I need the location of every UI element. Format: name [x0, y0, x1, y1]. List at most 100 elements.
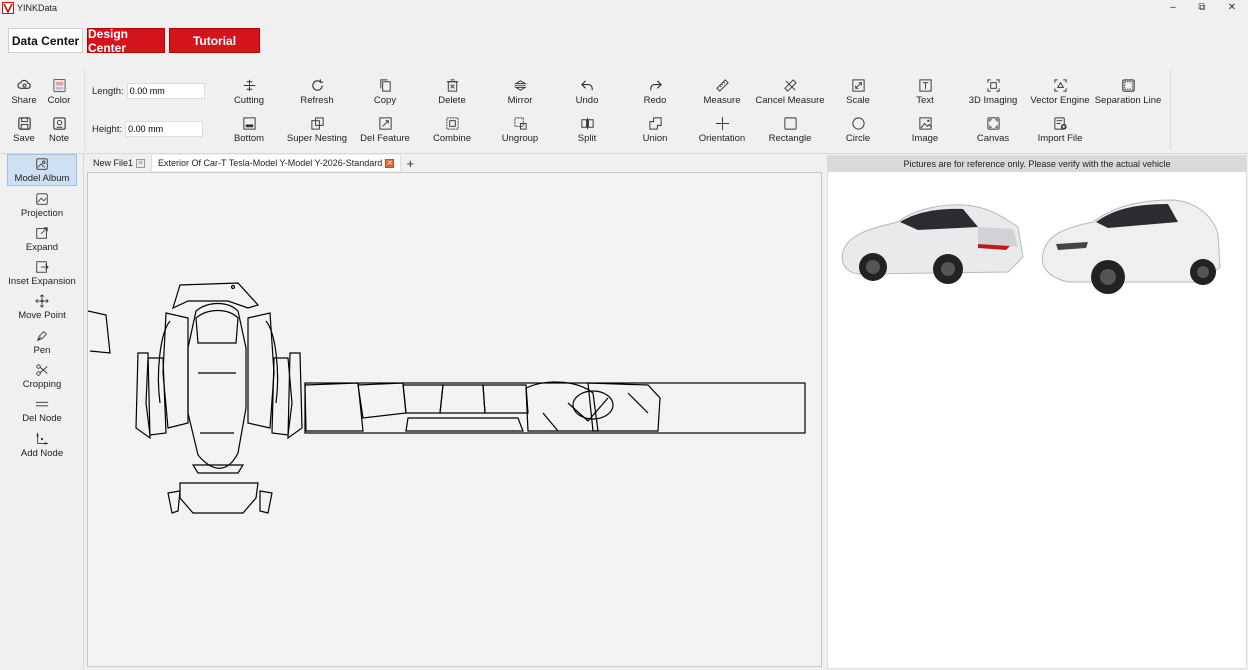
cutting-icon — [243, 79, 255, 92]
close-tab-icon[interactable]: ✕ — [136, 158, 146, 168]
sidebar-label: Move Point — [18, 310, 66, 321]
mirror-label: Mirror — [507, 95, 533, 106]
delete-button[interactable]: Delete — [417, 76, 487, 110]
combine-icon — [445, 117, 459, 130]
3d-imaging-button[interactable]: 3D Imaging — [958, 76, 1028, 110]
combine-button[interactable]: Combine — [417, 114, 487, 148]
bottom-button[interactable]: Bottom — [214, 114, 284, 148]
add-tab-button[interactable]: + — [401, 156, 419, 171]
del-feature-icon — [378, 117, 392, 130]
color-palette-icon — [52, 78, 66, 93]
sidebar-item-add-node[interactable]: Add Node — [7, 430, 77, 462]
rectangle-button[interactable]: Rectangle — [755, 114, 825, 148]
inset-expansion-icon — [36, 261, 49, 273]
sidebar-label: Pen — [33, 345, 51, 356]
redo-button[interactable]: Redo — [620, 76, 690, 110]
mirror-button[interactable]: Mirror — [485, 76, 555, 110]
image-button[interactable]: Image — [890, 114, 960, 148]
measure-label: Measure — [703, 95, 741, 106]
expand-icon — [36, 227, 48, 239]
close-tab-icon[interactable]: ✕ — [385, 158, 395, 168]
circle-icon — [851, 117, 865, 130]
rectangle-icon — [783, 117, 797, 130]
length-input[interactable] — [126, 83, 205, 99]
orientation-button[interactable]: Orientation — [687, 114, 757, 148]
close-icon: ✕ — [1227, 2, 1237, 13]
doc-tab-new-file1[interactable]: New File1 ✕ — [87, 155, 153, 171]
sidebar-item-pen[interactable]: Pen — [7, 327, 77, 359]
redo-label: Redo — [643, 95, 667, 106]
measure-button[interactable]: Measure — [687, 76, 757, 110]
restore-icon: ⧉ — [1198, 2, 1206, 13]
import-file-label: Import File — [1037, 133, 1083, 144]
split-label: Split — [577, 133, 597, 144]
close-button[interactable]: ✕ — [1218, 0, 1246, 15]
vector-engine-button[interactable]: Vector Engine — [1025, 76, 1095, 110]
cancel-measure-icon — [783, 79, 797, 92]
del-feature-button[interactable]: Del Feature — [350, 114, 420, 148]
circle-button[interactable]: Circle — [823, 114, 893, 148]
doc-tab-label: New File1 — [93, 158, 134, 168]
text-button[interactable]: Text — [890, 76, 960, 110]
tab-data-center[interactable]: Data Center — [8, 28, 83, 53]
move-point-icon — [35, 294, 49, 308]
3d-imaging-icon — [986, 79, 1000, 92]
reference-notice: Pictures are for reference only. Please … — [828, 156, 1246, 172]
copy-button[interactable]: Copy — [350, 76, 420, 110]
note-icon — [52, 117, 66, 130]
separation-line-icon — [1121, 79, 1135, 92]
vehicle-reference-image — [841, 199, 1221, 294]
copy-label: Copy — [373, 95, 397, 106]
delete-label: Delete — [438, 95, 466, 106]
length-field-group: Length: — [92, 83, 205, 99]
undo-button[interactable]: Undo — [552, 76, 622, 110]
ungroup-button[interactable]: Ungroup — [485, 114, 555, 148]
separation-line-button[interactable]: Separation Line — [1093, 76, 1163, 110]
circle-label: Circle — [845, 133, 871, 144]
canvas-button[interactable]: Canvas — [958, 114, 1028, 148]
app-logo-icon — [2, 1, 14, 14]
orientation-label: Orientation — [698, 133, 746, 144]
text-icon — [918, 79, 932, 92]
ungroup-label: Ungroup — [501, 133, 539, 144]
copy-icon — [379, 79, 391, 92]
union-button[interactable]: Union — [620, 114, 690, 148]
cutting-button[interactable]: Cutting — [214, 76, 284, 110]
sidebar-label: Model Album — [14, 173, 70, 184]
tab-tutorial[interactable]: Tutorial — [169, 28, 260, 53]
doc-tab-exterior[interactable]: Exterior Of Car-T Tesla-Model Y-Model Y-… — [152, 155, 402, 171]
sidebar-label: Cropping — [22, 379, 62, 390]
mirror-icon — [513, 80, 527, 91]
sidebar-label: Expand — [25, 242, 59, 253]
super-nesting-button[interactable]: Super Nesting — [282, 114, 352, 148]
cutting-label: Cutting — [233, 95, 265, 106]
maximize-button[interactable]: ⧉ — [1188, 0, 1216, 15]
del-node-icon — [35, 401, 49, 407]
tab-design-center[interactable]: Design Center — [87, 27, 165, 55]
split-button[interactable]: Split — [552, 114, 622, 148]
3d-imaging-label: 3D Imaging — [968, 95, 1018, 106]
import-file-button[interactable]: Import File — [1025, 114, 1095, 148]
vector-engine-label: Vector Engine — [1030, 95, 1090, 106]
design-canvas[interactable] — [87, 172, 822, 667]
text-label: Text — [916, 95, 934, 106]
sidebar-item-inset-expansion[interactable]: Inset Expansion — [7, 258, 77, 290]
canvas-label: Canvas — [976, 133, 1010, 144]
scale-button[interactable]: Scale — [823, 76, 893, 110]
sidebar-label: Inset Expansion — [8, 276, 76, 287]
sidebar-item-cropping[interactable]: Cropping — [7, 361, 77, 393]
projection-icon — [36, 193, 48, 205]
sidebar-item-move-point[interactable]: Move Point — [7, 292, 77, 324]
sidebar-item-projection[interactable]: Projection — [7, 190, 77, 222]
sidebar-item-expand[interactable]: Expand — [7, 224, 77, 256]
refresh-button[interactable]: Refresh — [282, 76, 352, 110]
image-icon — [918, 117, 932, 130]
cancel-measure-button[interactable]: Cancel Measure — [755, 76, 825, 110]
image-label: Image — [911, 133, 939, 144]
add-node-icon — [36, 432, 49, 445]
minimize-button[interactable]: – — [1159, 0, 1187, 15]
reference-panel: Pictures are for reference only. Please … — [827, 155, 1247, 669]
sidebar-item-del-node[interactable]: Del Node — [7, 395, 77, 427]
height-input[interactable] — [125, 121, 204, 137]
sidebar-item-model-album[interactable]: Model Album — [7, 154, 77, 186]
